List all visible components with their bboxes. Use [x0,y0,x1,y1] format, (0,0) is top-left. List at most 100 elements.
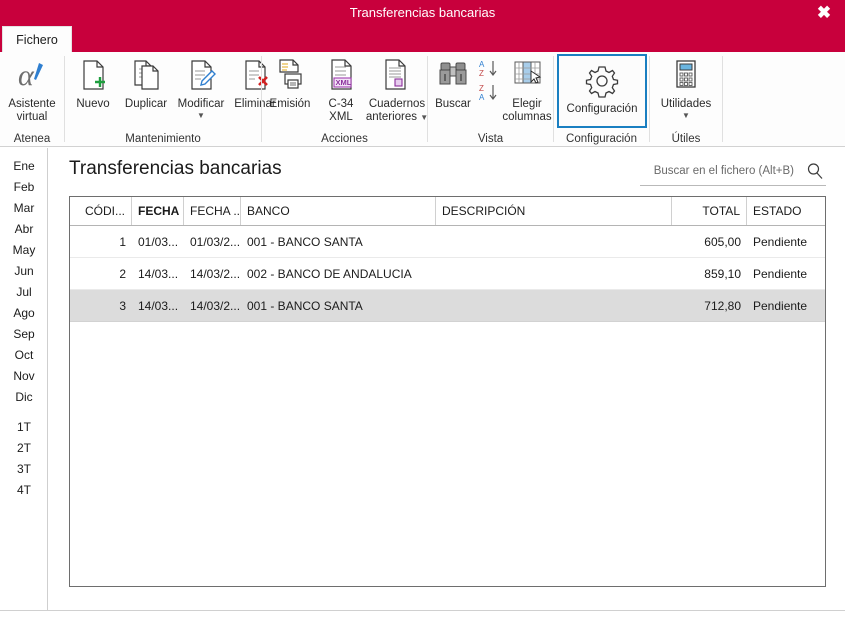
emision-label: Emisión [269,98,311,110]
svg-text:Z: Z [479,84,484,93]
column-header-fecha[interactable]: FECHA [132,197,184,225]
sidebar-item-ene[interactable]: Ene [0,156,48,177]
table-row[interactable]: 2 14/03... 14/03/2... 002 - BANCO DE AND… [70,258,825,290]
sidebar-item-may[interactable]: May [0,240,48,261]
gear-icon [559,60,645,100]
svg-text:α: α [18,59,35,92]
sidebar-item-sep[interactable]: Sep [0,324,48,345]
cell-banco: 002 - BANCO DE ANDALUCIA [247,267,412,281]
ribbon-group-atenea: α Asistente virtual Atenea [0,52,64,147]
sidebar-item-oct[interactable]: Oct [0,345,48,366]
table-row-selected[interactable]: 3 14/03... 14/03/2... 001 - BANCO SANTA … [70,290,825,322]
transfers-grid: CÓDI... FECHA FECHA ... BANCO DESCRIPCIÓ… [69,196,826,587]
svg-text:XML: XML [336,78,352,87]
cell-descripcion [436,226,672,257]
cuadernos-anteriores-button[interactable]: Cuadernos anteriores ▼ [364,55,430,124]
ribbon: α Asistente virtual Atenea Nuevo Duplica… [0,52,845,147]
ribbon-group-utiles: Utilidades ▼ Útiles [650,52,722,147]
sidebar-item-mar[interactable]: Mar [0,198,48,219]
cell-banco: 001 - BANCO SANTA [247,299,363,313]
buscar-button[interactable]: Buscar [428,55,478,111]
cell-total: 605,00 [704,235,741,249]
column-header-descripcion[interactable]: DESCRIPCIÓN [436,197,672,225]
duplicar-button[interactable]: Duplicar [119,55,173,111]
asistente-virtual-label-2: virtual [16,111,48,123]
column-header-banco[interactable]: BANCO [241,197,436,225]
printer-icon [262,55,318,95]
close-icon[interactable]: ✖ [809,2,839,24]
sidebar-item-2t[interactable]: 2T [0,438,48,459]
elegir-label-1: Elegir [512,98,542,110]
sidebar-item-abr[interactable]: Abr [0,219,48,240]
ribbon-group-acciones: Emisión XML C-34 XML Cuadernos anteriore… [262,52,430,147]
ribbon-group-vista: Buscar A Z Z A Elegir columnas Vista [428,52,553,147]
c34-label-2: XML [329,111,353,123]
cell-fecha2: 14/03/2... [190,267,241,281]
page-title: Transferencias bancarias [69,158,282,179]
sidebar-top-spacer [0,148,47,156]
utilidades-button[interactable]: Utilidades ▼ [653,55,719,120]
search-input[interactable] [640,160,798,182]
period-sidebar: Ene Feb Mar Abr May Jun Jul Ago Sep Oct … [0,148,48,620]
sidebar-divider [0,408,47,417]
calculator-icon [653,55,719,95]
sidebar-item-feb[interactable]: Feb [0,177,48,198]
ribbon-group-label-atenea: Atenea [13,133,51,145]
configuracion-button[interactable]: Configuración [557,54,647,128]
column-header-estado[interactable]: ESTADO [747,197,825,225]
sort-descending-icon[interactable]: Z A [478,82,500,108]
configuracion-label: Configuración [566,103,638,115]
cell-descripcion [436,258,672,289]
content-panel: Transferencias bancarias CÓDI... FECHA F… [49,148,845,620]
duplicar-label: Duplicar [124,98,168,110]
document-pencil-icon [173,55,229,95]
cell-total: 859,10 [704,267,741,281]
sidebar-item-jul[interactable]: Jul [0,282,48,303]
search-box [640,160,826,186]
asistente-virtual-button[interactable]: α Asistente virtual [4,55,60,124]
c34-xml-button[interactable]: XML C-34 XML [318,55,364,124]
chevron-down-icon[interactable]: ▼ [173,112,229,120]
nuevo-button[interactable]: Nuevo [67,55,119,111]
elegir-columnas-button[interactable]: Elegir columnas [500,55,554,124]
modificar-label: Modificar [177,98,225,110]
sidebar-item-1t[interactable]: 1T [0,417,48,438]
document-plus-icon [67,55,119,95]
cell-descripcion [436,290,672,321]
column-header-fecha2[interactable]: FECHA ... [184,197,241,225]
elegir-label-2: columnas [502,111,552,123]
sidebar-item-dic[interactable]: Dic [0,387,48,408]
title-bar: Transferencias bancarias ✖ [0,0,845,26]
sidebar-item-4t[interactable]: 4T [0,480,48,501]
column-header-codigo[interactable]: CÓDI... [70,197,132,225]
table-columns-icon [500,55,554,95]
table-row[interactable]: 1 01/03... 01/03/2... 001 - BANCO SANTA … [70,226,825,258]
cell-estado: Pendiente [753,267,808,281]
utilidades-label: Utilidades [660,98,712,110]
sidebar-item-ago[interactable]: Ago [0,303,48,324]
application-window: Transferencias bancarias ✖ Fichero α Asi… [0,0,845,620]
cell-codigo: 2 [119,267,126,281]
ribbon-separator-6 [722,56,723,142]
sidebar-item-nov[interactable]: Nov [0,366,48,387]
cell-codigo: 1 [119,235,126,249]
alpha-icon: α [4,55,60,95]
modificar-button[interactable]: Modificar ▼ [173,55,229,120]
sidebar-item-jun[interactable]: Jun [0,261,48,282]
search-icon[interactable] [806,162,824,180]
grid-header-row: CÓDI... FECHA FECHA ... BANCO DESCRIPCIÓ… [70,197,825,226]
cell-fecha2: 14/03/2... [190,299,241,313]
cell-fecha: 14/03... [138,299,179,313]
emision-button[interactable]: Emisión [262,55,318,111]
window-title: Transferencias bancarias [349,5,496,20]
ribbon-group-mantenimiento: Nuevo Duplicar Modificar ▼ Eliminar Mant… [65,52,276,147]
sort-ascending-icon[interactable]: A Z [478,58,500,84]
sidebar-item-3t[interactable]: 3T [0,459,48,480]
ribbon-group-label-configuracion: Configuración [566,133,637,145]
ribbon-group-label-mantenimiento: Mantenimiento [125,133,201,145]
cell-estado: Pendiente [753,299,808,313]
column-header-total[interactable]: TOTAL [672,197,747,225]
chevron-down-icon[interactable]: ▼ [653,112,719,120]
tab-fichero[interactable]: Fichero [2,26,72,52]
documents-stack-icon [364,55,430,95]
